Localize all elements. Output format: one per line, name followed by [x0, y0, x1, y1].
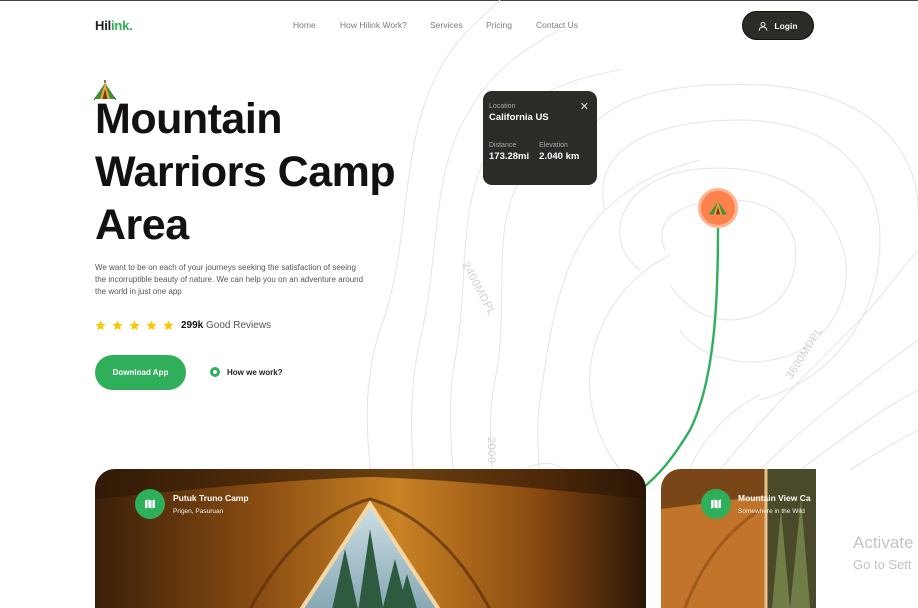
- elevation-value: 2.040 km: [539, 151, 580, 162]
- star-icon: [163, 320, 174, 331]
- rating-stars: [95, 320, 174, 331]
- nav-link-how-hilink-work[interactable]: How Hilink Work?: [340, 20, 407, 30]
- star-icon: [112, 320, 123, 331]
- camp-card-title: Putuk Truno Camp: [173, 493, 249, 503]
- map-icon: [711, 499, 721, 509]
- map-badge: [701, 489, 731, 519]
- location-stats: Distance 173.28mi Elevation 2.040 km: [489, 142, 591, 162]
- login-label: Login: [774, 20, 798, 31]
- camp-card-putuk-truno[interactable]: Putuk Truno Camp Prigen, Pasuruan: [95, 469, 646, 608]
- hero-title-line-1: Mountain: [95, 95, 283, 143]
- hero-title: Mountain Warriors Camp Area: [95, 93, 455, 252]
- contour-label-2000: 2000: [485, 437, 497, 464]
- close-icon[interactable]: ✕: [580, 102, 589, 113]
- nav-link-services[interactable]: Services: [430, 20, 463, 30]
- elevation-label: Elevation: [539, 142, 568, 149]
- star-icon: [146, 320, 157, 331]
- activation-watermark-subtitle: Go to Sett: [853, 557, 912, 572]
- nav-link-contact-us[interactable]: Contact Us: [536, 20, 578, 30]
- nav-link-home[interactable]: Home: [293, 20, 316, 30]
- elevation-stat: Elevation 2.040 km: [539, 142, 579, 162]
- distance-value: 173.28mi: [489, 151, 530, 162]
- contour-label-2400: 2400MDPL: [459, 260, 498, 318]
- nav-link-pricing[interactable]: Pricing: [486, 20, 512, 30]
- camp-card-photo: [661, 469, 816, 608]
- hero-title-line-2: Warriors Camp: [95, 148, 396, 196]
- activation-watermark-title: Activate: [853, 533, 914, 552]
- location-label: Location: [489, 103, 516, 110]
- camp-card-location: Prigen, Pasuruan: [173, 508, 224, 515]
- distance-label: Distance: [489, 142, 517, 149]
- reviews-count: 299k: [181, 320, 204, 331]
- login-button[interactable]: Login: [742, 11, 814, 40]
- reviews-summary: 299k Good Reviews: [181, 320, 271, 331]
- camp-card-mountain-view[interactable]: Mountain View Ca Somewhere in the Wild: [661, 469, 816, 608]
- user-icon: [759, 21, 768, 31]
- map-icon: [145, 499, 155, 509]
- location-value: California US: [489, 112, 549, 123]
- window-top-border: [0, 0, 918, 1]
- hero-title-line-3: Area: [95, 201, 189, 249]
- camp-card-location: Somewhere in the Wild: [738, 508, 805, 515]
- star-icon: [129, 320, 140, 331]
- camp-map-pin[interactable]: [698, 188, 738, 228]
- download-app-button[interactable]: Download App: [95, 355, 186, 390]
- how-we-work-label: How we work?: [227, 367, 283, 377]
- map-badge: [135, 489, 165, 519]
- camp-card-title: Mountain View Ca: [738, 493, 811, 503]
- contour-label-3600: 3600MDPL: [784, 324, 826, 382]
- tent-icon: [709, 201, 727, 215]
- star-icon: [95, 320, 106, 331]
- play-icon: [210, 367, 220, 377]
- hero-description: We want to be on each of your journeys s…: [95, 263, 364, 296]
- reviews-text: Good Reviews: [206, 320, 272, 331]
- distance-stat: Distance 173.28mi: [489, 142, 529, 162]
- camp-card-photo: [95, 469, 646, 608]
- how-we-work-link[interactable]: How we work?: [210, 367, 283, 377]
- location-info-card: ✕ Location California US Distance 173.28…: [483, 91, 597, 185]
- route-line: [639, 227, 720, 491]
